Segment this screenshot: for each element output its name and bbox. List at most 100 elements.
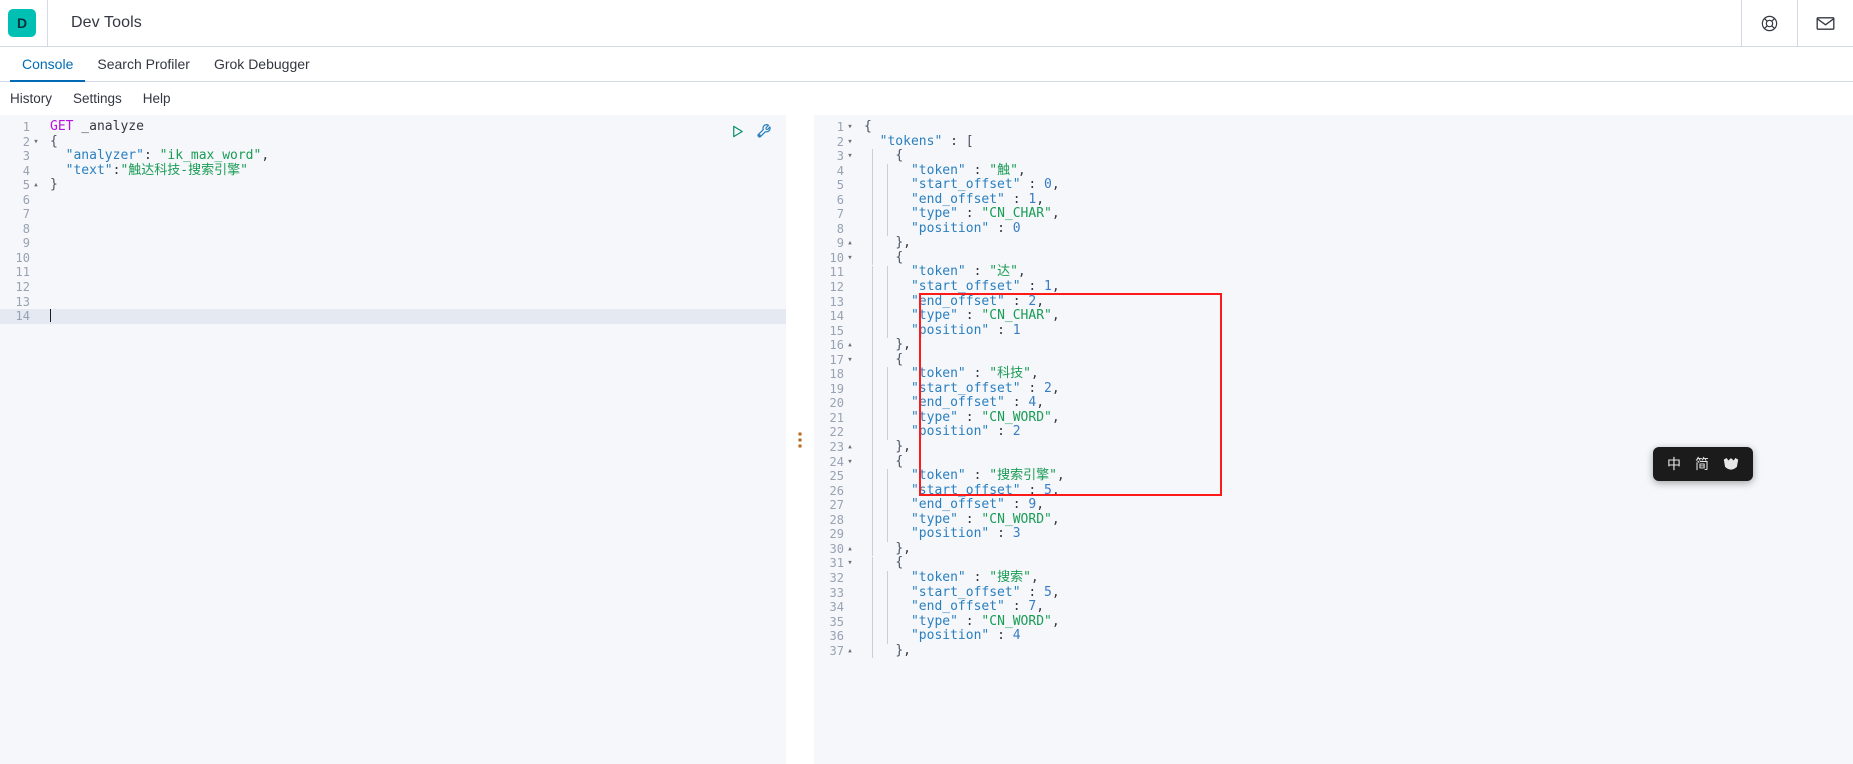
code-line[interactable]: 16 ▴ }, bbox=[814, 337, 1853, 353]
fold-toggle-icon[interactable]: ▾ bbox=[844, 251, 856, 266]
code-line[interactable]: 36 "position" : 4 bbox=[814, 628, 1853, 644]
line-number: 16 bbox=[829, 338, 844, 353]
code-line[interactable]: 5 "start_offset" : 0, bbox=[814, 177, 1853, 193]
code-line[interactable]: 7 "type" : "CN_CHAR", bbox=[814, 207, 1853, 222]
code-line[interactable]: 2 ▾ { bbox=[0, 134, 786, 150]
code-line[interactable]: 11 "token" : "达", bbox=[814, 265, 1853, 280]
ime-mode-label[interactable]: 中 bbox=[1667, 454, 1681, 474]
line-number: 31 bbox=[829, 556, 844, 571]
indent-guide bbox=[871, 323, 873, 339]
pane-splitter[interactable] bbox=[786, 115, 814, 764]
tab-console[interactable]: Console bbox=[10, 56, 86, 82]
ime-status-badge[interactable]: 中 简 bbox=[1653, 447, 1753, 481]
code-line[interactable]: 15 "position" : 1 bbox=[814, 323, 1853, 339]
code-line[interactable]: 30 ▴ }, bbox=[814, 541, 1853, 557]
mail-icon[interactable] bbox=[1797, 0, 1853, 47]
code-line[interactable]: 13 "end_offset" : 2, bbox=[814, 294, 1853, 310]
code-line[interactable]: 3 ▾ { bbox=[814, 148, 1853, 164]
code-line[interactable]: 29 "position" : 3 bbox=[814, 527, 1853, 542]
code-line[interactable]: 12 bbox=[0, 280, 786, 295]
code-line[interactable]: 4 "token" : "触", bbox=[814, 163, 1853, 179]
code-line[interactable]: 10 ▾ { bbox=[814, 249, 1853, 266]
fold-toggle-icon[interactable]: ▴ bbox=[844, 236, 856, 251]
fold-toggle-icon[interactable]: ▴ bbox=[30, 178, 42, 193]
console-submenu: History Settings Help bbox=[0, 82, 1853, 115]
code-line[interactable]: 22 "position" : 2 bbox=[814, 425, 1853, 440]
code-line[interactable]: 10 bbox=[0, 251, 786, 266]
code-line[interactable]: 12 "start_offset" : 1, bbox=[814, 279, 1853, 295]
line-number: 26 bbox=[829, 483, 844, 498]
code-line[interactable]: 19 "start_offset" : 2, bbox=[814, 381, 1853, 397]
code-line[interactable]: 5 ▴} bbox=[0, 177, 786, 193]
indent-guide bbox=[887, 163, 889, 179]
splitter-drag-handle[interactable] bbox=[798, 432, 802, 447]
code-line-text: }, bbox=[895, 337, 911, 353]
code-line[interactable]: 31 ▾ { bbox=[814, 556, 1853, 571]
code-line[interactable]: 14 bbox=[0, 309, 786, 324]
code-line[interactable]: 18 "token" : "科技", bbox=[814, 367, 1853, 382]
code-line[interactable]: 11 bbox=[0, 265, 786, 280]
ime-script-label[interactable]: 简 bbox=[1695, 454, 1709, 474]
code-line[interactable]: 13 bbox=[0, 295, 786, 310]
code-line[interactable]: 2 ▾ "tokens" : [ bbox=[814, 134, 1853, 150]
fold-toggle-icon[interactable]: ▾ bbox=[844, 149, 856, 164]
code-line[interactable]: 8 "position" : 0 bbox=[814, 221, 1853, 237]
line-number: 8 bbox=[22, 221, 30, 236]
code-line[interactable]: 3 "analyzer": "ik_max_word", bbox=[0, 148, 786, 164]
request-editor[interactable]: 1 GET _analyze 2 ▾ {3 "analyzer": "ik_max_wo… bbox=[0, 115, 786, 764]
code-line[interactable]: 26 "start_offset" : 5, bbox=[814, 483, 1853, 499]
code-line[interactable]: 7 bbox=[0, 207, 786, 222]
code-line[interactable]: 21 "type" : "CN_WORD", bbox=[814, 410, 1853, 426]
code-line[interactable]: 1 GET _analyze bbox=[0, 119, 786, 135]
code-line[interactable]: 6 "end_offset" : 1, bbox=[814, 192, 1853, 208]
code-line[interactable]: 4 "text":"触达科技-搜索引擎" bbox=[0, 163, 786, 179]
fold-toggle-icon[interactable]: ▾ bbox=[844, 120, 856, 135]
fold-toggle-icon[interactable]: ▴ bbox=[844, 440, 856, 455]
code-line[interactable]: 27 "end_offset" : 9, bbox=[814, 497, 1853, 513]
app-logo[interactable]: D bbox=[8, 9, 36, 37]
fold-toggle-icon[interactable]: ▴ bbox=[844, 644, 856, 659]
tab-grok-debugger[interactable]: Grok Debugger bbox=[202, 56, 322, 81]
submenu-item-settings[interactable]: Settings bbox=[73, 91, 122, 106]
request-code-area[interactable]: 1 GET _analyze 2 ▾ {3 "analyzer": "ik_max_wo… bbox=[0, 115, 786, 764]
code-line[interactable]: 37 ▴ }, bbox=[814, 643, 1853, 659]
code-line[interactable]: 8 bbox=[0, 222, 786, 237]
fold-toggle-icon[interactable]: ▾ bbox=[844, 135, 856, 150]
code-line[interactable]: 28 "type" : "CN_WORD", bbox=[814, 512, 1853, 528]
code-line[interactable]: 35 "type" : "CN_WORD", bbox=[814, 614, 1853, 630]
code-line[interactable]: 32 "token" : "搜索", bbox=[814, 570, 1853, 586]
code-line[interactable]: 9 bbox=[0, 236, 786, 251]
drag-dot bbox=[798, 432, 802, 435]
code-line-text: "token" : "达", bbox=[910, 264, 1026, 280]
code-line[interactable]: 14 "type" : "CN_CHAR", bbox=[814, 308, 1853, 324]
line-number: 7 bbox=[22, 207, 30, 222]
response-editor[interactable]: 1 ▾{2 ▾ "tokens" : [3 ▾ {4 "token" : "触", 5 … bbox=[814, 115, 1853, 764]
response-code-area[interactable]: 1 ▾{2 ▾ "tokens" : [3 ▾ {4 "token" : "触", 5 … bbox=[814, 115, 1853, 764]
sogou-logo-icon[interactable] bbox=[1723, 457, 1739, 471]
code-line[interactable]: 17 ▾ { bbox=[814, 352, 1853, 368]
submenu-item-help[interactable]: Help bbox=[143, 91, 171, 106]
fold-toggle-icon[interactable]: ▾ bbox=[30, 135, 42, 150]
code-line[interactable]: 9 ▴ }, bbox=[814, 236, 1853, 251]
fold-toggle-icon[interactable]: ▾ bbox=[844, 353, 856, 368]
code-line[interactable]: 6 bbox=[0, 193, 786, 208]
code-line[interactable]: 1 ▾ { bbox=[814, 119, 1853, 135]
fold-toggle-icon[interactable]: ▾ bbox=[844, 556, 856, 571]
code-line-text: { bbox=[895, 249, 904, 265]
app-header: D Dev Tools bbox=[0, 0, 1853, 47]
fold-toggle-icon[interactable]: ▴ bbox=[844, 338, 856, 353]
indent-guide bbox=[871, 411, 873, 426]
code-line[interactable]: 33 "start_offset" : 5, bbox=[814, 585, 1853, 601]
fold-toggle-icon[interactable]: ▾ bbox=[844, 455, 856, 470]
tab-search-profiler[interactable]: Search Profiler bbox=[85, 56, 202, 81]
fold-toggle-icon[interactable]: ▴ bbox=[844, 542, 856, 557]
submenu-item-history[interactable]: History bbox=[10, 91, 52, 106]
code-line[interactable]: 20 "end_offset" : 4, bbox=[814, 396, 1853, 411]
run-request-button[interactable] bbox=[730, 124, 745, 139]
indent-guide bbox=[871, 396, 873, 411]
help-icon[interactable] bbox=[1741, 0, 1797, 47]
code-line-text: "end_offset" : 4, bbox=[910, 395, 1045, 411]
wrench-icon[interactable] bbox=[756, 123, 772, 139]
code-line-text: { bbox=[895, 148, 904, 164]
code-line[interactable]: 34 "end_offset" : 7, bbox=[814, 599, 1853, 615]
